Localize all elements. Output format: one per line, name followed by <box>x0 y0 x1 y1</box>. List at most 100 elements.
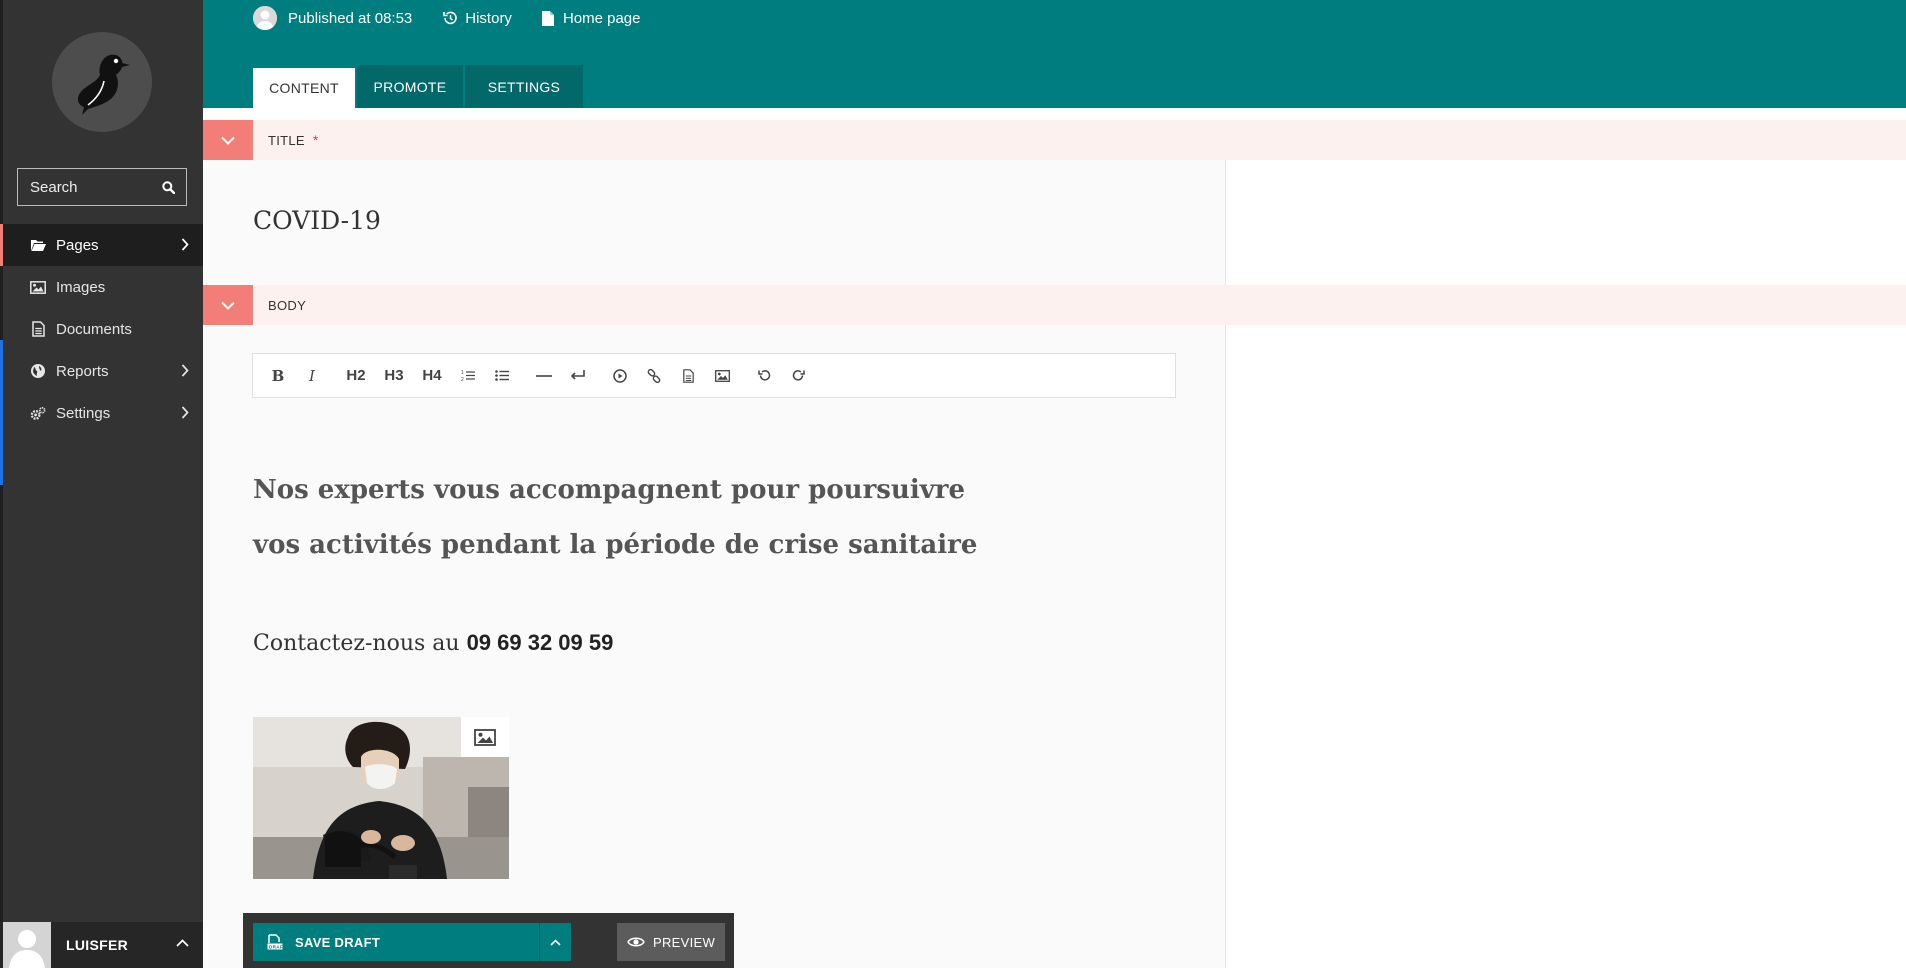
chevron-down-icon <box>221 136 235 145</box>
chevron-up-icon <box>550 938 561 946</box>
home-page-label: Home page <box>562 9 641 27</box>
sidebar-item-settings[interactable]: Settings <box>0 392 203 434</box>
phone-number: 09 69 32 09 59 <box>466 630 614 655</box>
undo-icon <box>757 370 770 381</box>
page-header: Published at 08:53 History Home page CON… <box>203 0 1906 108</box>
redo-icon <box>792 370 805 381</box>
undo-button[interactable] <box>749 361 779 391</box>
contact-prefix: Contactez-nous au <box>253 631 467 656</box>
meta-row: Published at 08:53 History Home page <box>253 6 671 30</box>
link-icon <box>647 368 661 383</box>
search-input[interactable] <box>30 178 150 196</box>
h3-button[interactable]: H3 <box>377 361 411 391</box>
home-page-link[interactable]: Home page <box>541 9 641 27</box>
title-label: TITLE <box>268 132 305 148</box>
tab-content[interactable]: CONTENT <box>253 65 355 108</box>
horizontal-rule-button[interactable] <box>529 361 559 391</box>
collapse-body-button[interactable] <box>203 285 253 325</box>
ordered-list-button[interactable]: 12 <box>453 361 483 391</box>
collapse-title-button[interactable] <box>203 120 253 160</box>
history-icon <box>443 11 458 25</box>
image-icon <box>474 728 496 746</box>
sidebar-item-pages[interactable]: Pages <box>0 224 203 266</box>
published-status: Published at 08:53 <box>253 6 412 30</box>
sidebar-item-images[interactable]: Images <box>0 266 203 308</box>
chevron-right-icon <box>181 364 189 377</box>
folder-open-icon <box>30 237 46 253</box>
sidebar-item-documents[interactable]: Documents <box>0 308 203 350</box>
avatar <box>3 922 51 968</box>
sidebar: Pages Images Documents Reports <box>0 0 203 968</box>
tab-settings[interactable]: SETTINGS <box>465 65 583 108</box>
sidebar-item-label: Reports <box>56 362 109 380</box>
eye-icon <box>627 936 645 948</box>
save-draft-button[interactable]: DRAFT SAVE DRAFT <box>253 923 571 961</box>
svg-text:DRAFT: DRAFT <box>269 944 283 949</box>
document-icon <box>682 368 694 383</box>
tab-list: CONTENT PROMOTE SETTINGS <box>253 65 585 108</box>
globe-icon <box>30 363 46 379</box>
draft-icon: DRAFT <box>267 934 283 950</box>
body-heading[interactable]: Nos experts vous accompagnent pour pours… <box>253 463 1013 573</box>
wagtail-logo[interactable] <box>52 32 152 132</box>
preview-button[interactable]: PREVIEW <box>617 923 725 961</box>
document-link-button[interactable] <box>673 361 703 391</box>
embed-media-button[interactable] <box>605 361 635 391</box>
user-name: LUISFER <box>66 937 128 953</box>
editor-main: TITLE * COVID-19 BODY B I H2 H3 H4 12 No… <box>203 108 1906 968</box>
preview-label: PREVIEW <box>652 934 716 950</box>
body-label: BODY <box>268 297 307 313</box>
contact-line[interactable]: Contactez-nous au 09 69 32 09 59 <box>253 630 613 656</box>
footer-action-bar: DRAFT SAVE DRAFT PREVIEW <box>243 913 734 968</box>
cogs-icon <box>30 405 46 421</box>
page-icon <box>541 10 554 26</box>
chevron-up-icon <box>176 939 189 947</box>
history-link[interactable]: History <box>442 10 512 27</box>
chevron-down-icon <box>221 301 235 310</box>
search-icon[interactable] <box>162 180 175 194</box>
title-input[interactable]: COVID-19 <box>253 206 381 235</box>
avatar <box>253 6 277 30</box>
line-break-button[interactable] <box>563 361 593 391</box>
body-section-header: BODY <box>203 285 1906 325</box>
sidebar-item-reports[interactable]: Reports <box>0 350 203 392</box>
insert-image-button[interactable] <box>707 361 737 391</box>
header-strip <box>203 108 1906 120</box>
tab-promote[interactable]: PROMOTE <box>357 65 463 108</box>
main-menu: Pages Images Documents Reports Settings <box>0 224 203 434</box>
image-type-badge <box>461 717 509 757</box>
save-draft-label: SAVE DRAFT <box>295 934 381 950</box>
account-menu-toggle[interactable]: LUISFER <box>0 922 203 968</box>
ordered-list-icon: 12 <box>461 370 475 382</box>
help-pane <box>1226 160 1906 968</box>
link-button[interactable] <box>639 361 669 391</box>
image-icon <box>714 369 730 382</box>
svg-text:1: 1 <box>461 370 464 376</box>
chevron-right-icon <box>181 406 189 419</box>
document-icon <box>30 321 46 337</box>
svg-text:2: 2 <box>461 377 464 382</box>
bullet-list-icon <box>495 370 509 381</box>
horizontal-rule-icon <box>536 374 552 377</box>
redo-button[interactable] <box>783 361 813 391</box>
history-label: History <box>465 9 512 27</box>
sidebar-item-label: Images <box>56 278 106 296</box>
title-section-header: TITLE * <box>203 120 1906 160</box>
sidebar-item-label: Documents <box>56 320 132 338</box>
chevron-right-icon <box>181 238 189 251</box>
bird-icon <box>77 54 130 115</box>
search-box[interactable] <box>17 168 187 206</box>
media-icon <box>613 368 627 383</box>
bullet-list-button[interactable] <box>487 361 517 391</box>
h4-button[interactable]: H4 <box>415 361 449 391</box>
richtext-toolbar: B I H2 H3 H4 12 <box>252 353 1176 398</box>
sidebar-item-label: Pages <box>56 236 99 254</box>
more-actions-button[interactable] <box>539 923 571 961</box>
line-break-icon <box>570 370 585 380</box>
image-icon <box>30 279 46 295</box>
h2-button[interactable]: H2 <box>339 361 373 391</box>
sidebar-item-label: Settings <box>56 404 111 422</box>
bold-button[interactable]: B <box>263 361 293 391</box>
published-text: Published at 08:53 <box>288 9 413 27</box>
italic-button[interactable]: I <box>297 361 327 391</box>
